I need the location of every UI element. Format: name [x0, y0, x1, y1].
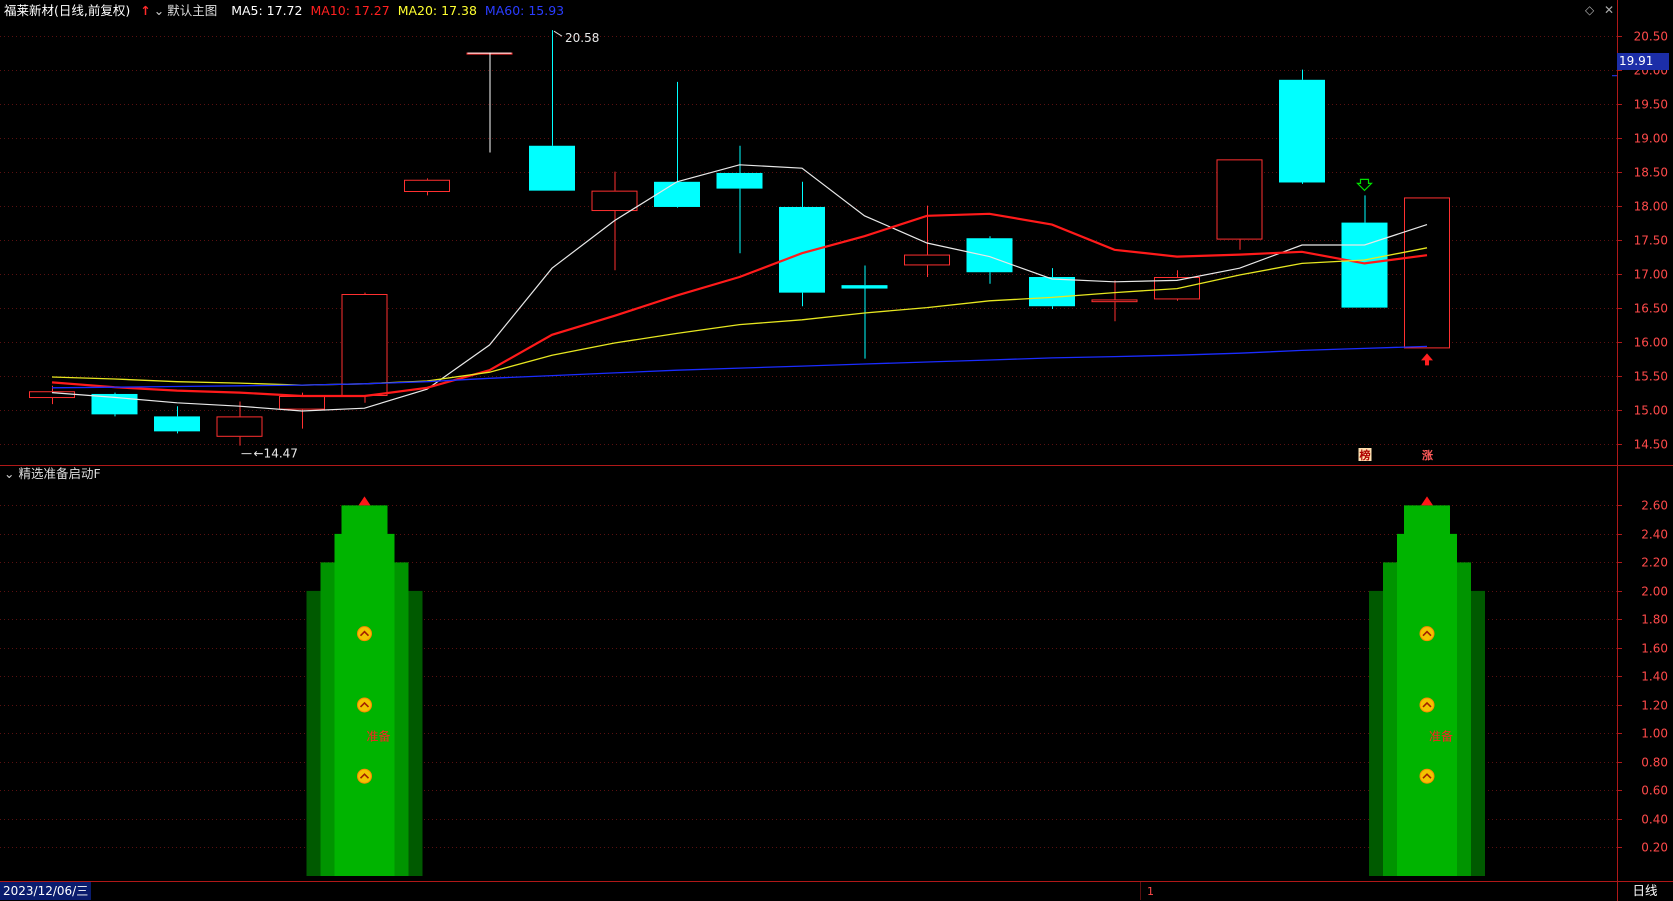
candle-body [1341, 222, 1388, 308]
y-tick-label: 15.00 [1634, 404, 1668, 418]
ma-line-ma20 [51, 247, 1428, 386]
coin-icon [357, 768, 372, 784]
candle [1279, 69, 1325, 184]
ma-label-0: MA5: 17.72 [231, 3, 303, 18]
candle-body [529, 145, 575, 191]
ma-label-3: MA60: 15.93 [484, 3, 565, 18]
last-price-label: 19.91 [1617, 53, 1669, 70]
period-mode: (日线,前复权) [54, 3, 131, 18]
candle-body [841, 285, 888, 289]
period-label[interactable]: 日线 [1617, 882, 1673, 900]
y-tick-label: 0.20 [1641, 841, 1668, 855]
candle-body [716, 172, 763, 189]
ma-legend: MA5: 17.72 MA10: 17.27 MA20: 17.38 MA60: 15… [231, 3, 572, 18]
y-tick-label: 2.00 [1641, 585, 1668, 599]
y-tick-label: 1.00 [1641, 727, 1668, 741]
candle [216, 401, 263, 446]
high-price-annotation: 20.58 [565, 31, 599, 45]
y-tick-label: 1.20 [1641, 699, 1668, 713]
candle [1341, 195, 1388, 308]
candle-body [591, 190, 638, 212]
y-tick-label: 1.40 [1641, 670, 1668, 684]
candle-body [341, 294, 388, 396]
y-tick-label: 19.50 [1634, 98, 1668, 112]
coin-icon [1419, 626, 1435, 642]
y-tick-label: 16.00 [1634, 336, 1668, 350]
signal-label: 准备 [366, 729, 390, 743]
candle [1404, 197, 1450, 349]
y-tick-label: 0.40 [1641, 813, 1668, 827]
coin-icon [1419, 697, 1435, 713]
candle [29, 385, 75, 405]
coin-icon [1419, 768, 1435, 784]
diamond-icon[interactable]: ◇ [1585, 3, 1594, 17]
signal-up-arrow-icon [358, 496, 371, 506]
candle-body [154, 416, 200, 432]
y-tick-label: 19.00 [1634, 132, 1668, 146]
y-tick-label: 18.00 [1634, 200, 1668, 214]
y-tick-label: 15.50 [1634, 370, 1668, 384]
candle-body [966, 238, 1013, 273]
candle [654, 81, 700, 208]
annotation-pointer [553, 30, 563, 37]
cursor-date: 2023/12/06/三 [0, 882, 92, 900]
low-price-annotation: ←14.47 [254, 447, 298, 461]
candle [1216, 159, 1263, 250]
ma-line-ma60 [51, 345, 1428, 389]
y-tick-label: 2.40 [1641, 528, 1668, 542]
ma-label-2: MA20: 17.38 [397, 3, 477, 18]
candle-body [216, 416, 263, 437]
y-tick-label: 0.80 [1641, 756, 1668, 770]
main-template-label[interactable]: 默认主图 [167, 3, 217, 18]
y-tick-label: 0.60 [1641, 784, 1668, 798]
chart-header: 福莱新材(日线,前复权) ↑ ⌄ 默认主图 MA5: 17.72 MA10: 17.2… [4, 1, 572, 21]
arrow-up-icon [1421, 353, 1433, 366]
badge-zhang: 涨 [1422, 448, 1433, 462]
candle-body [1216, 159, 1263, 240]
chevron-down-icon[interactable]: ⌄ [154, 3, 164, 18]
candle-body [279, 396, 325, 410]
y-tick-label: 17.00 [1634, 268, 1668, 282]
coin-icon [357, 697, 372, 713]
candle-body [1404, 197, 1450, 349]
candle [1091, 280, 1138, 322]
candle-body [1279, 79, 1325, 183]
candle-body [654, 181, 700, 207]
y-tick-label: 2.20 [1641, 556, 1668, 570]
y-tick-label: 16.50 [1634, 302, 1668, 316]
candle [404, 178, 450, 196]
candle-body [904, 254, 950, 266]
y-tick-label: 2.60 [1641, 499, 1668, 513]
candle [966, 236, 1013, 284]
coin-icon [357, 626, 372, 642]
close-icon[interactable]: ✕ [1604, 3, 1614, 17]
signal-bar [1404, 505, 1450, 876]
y-tick-label: 18.50 [1634, 166, 1668, 180]
indicator-header: ⌄ 精选准备启动F [4, 465, 101, 483]
y-tick-label: 1.60 [1641, 642, 1668, 656]
y-tick-label: 14.50 [1634, 438, 1668, 452]
signal-label: 准备 [1429, 729, 1453, 743]
y-tick-label: 17.50 [1634, 234, 1668, 248]
signal-bar [341, 505, 388, 876]
indicator-name[interactable]: 精选准备启动F [18, 466, 100, 481]
candle-body [1029, 277, 1075, 307]
y-tick-label: 1.80 [1641, 613, 1668, 627]
ma-label-1: MA10: 17.27 [310, 3, 390, 18]
chart-area[interactable]: 20.5020.0019.5019.0018.5018.0017.5017.00… [0, 0, 1673, 901]
arrow-up-icon: ↑ [140, 3, 151, 18]
badge-bang: 榜 [1360, 448, 1371, 462]
signal-up-arrow-icon [1421, 496, 1433, 506]
arrow-down-icon [1356, 178, 1373, 192]
candle-body [1091, 299, 1138, 303]
y-tick-label: 20.50 [1634, 30, 1668, 44]
chevron-down-icon[interactable]: ⌄ [4, 466, 14, 481]
stock-name: 福莱新材 [4, 3, 55, 18]
candle [716, 145, 763, 254]
time-cursor-label: 1 [1147, 885, 1154, 898]
candle [529, 30, 575, 191]
candle [341, 292, 388, 403]
candle [779, 181, 825, 307]
candle-body [404, 179, 450, 192]
